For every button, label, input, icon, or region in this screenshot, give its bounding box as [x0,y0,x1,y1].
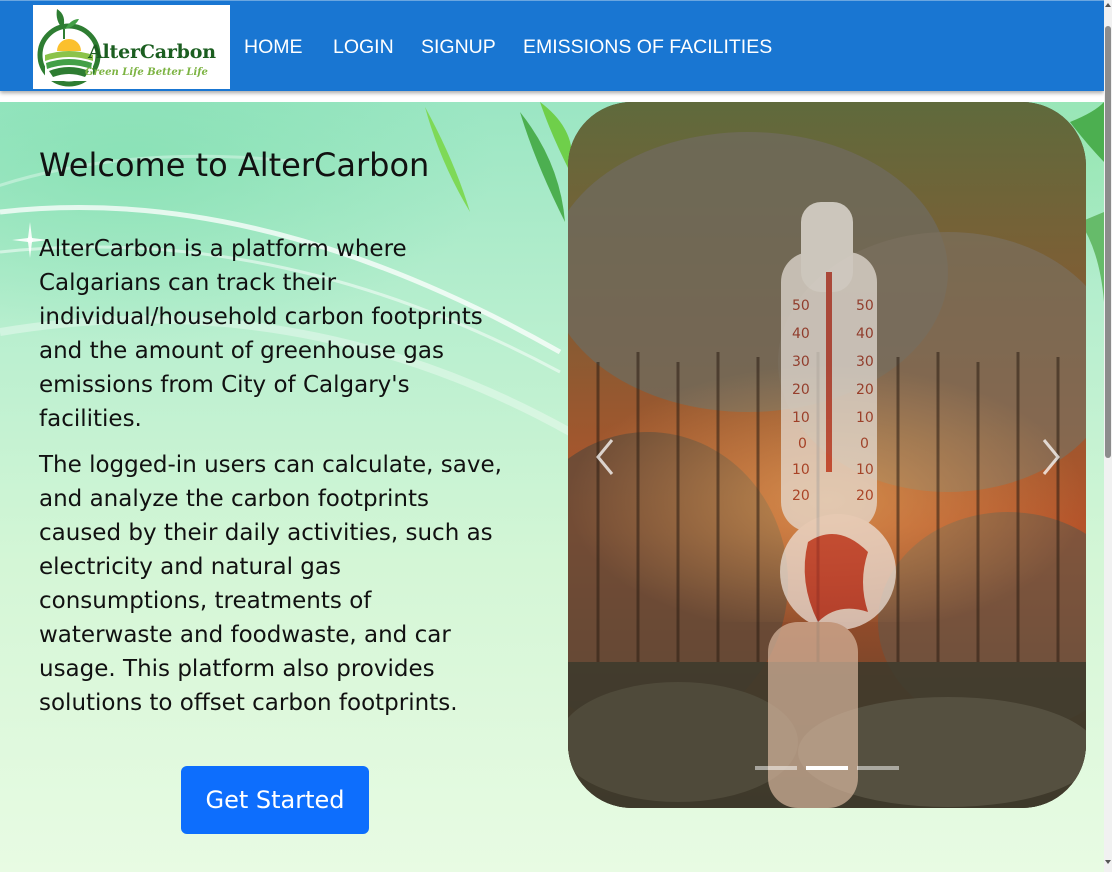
carousel-indicator-2[interactable] [806,766,848,770]
nav-signup-link[interactable]: SIGNUP [421,36,496,58]
chevron-left-icon [596,439,614,475]
carousel-prev-button[interactable] [586,432,626,482]
brand-logo[interactable]: AlterCarbon Green Life Better Life [33,5,230,89]
carousel-slide-image: 50 50 40 40 30 30 20 20 10 10 0 0 10 10 20 20 [568,102,1086,808]
svg-text:0: 0 [798,436,807,452]
scrollbar-thumb[interactable] [1105,26,1111,458]
navbar: AlterCarbon Green Life Better Life HOME … [0,0,1104,91]
svg-text:30: 30 [792,354,810,370]
svg-text:0: 0 [860,436,869,452]
svg-text:20: 20 [792,382,810,398]
svg-text:40: 40 [856,326,874,342]
svg-text:10: 10 [792,410,810,426]
svg-text:20: 20 [792,488,810,504]
get-started-button[interactable]: Get Started [181,766,369,834]
carousel-indicator-3[interactable] [857,766,899,770]
hero-features-paragraph: The logged-in users can calculate, save,… [39,452,502,716]
svg-text:10: 10 [792,462,810,478]
svg-text:20: 20 [856,382,874,398]
nav-home-link[interactable]: HOME [244,36,303,58]
svg-text:50: 50 [792,298,810,314]
svg-text:50: 50 [856,298,874,314]
carousel-indicator-1[interactable] [755,766,797,770]
brand-name: AlterCarbon [88,41,216,63]
svg-text:10: 10 [856,410,874,426]
chevron-right-icon [1042,439,1060,475]
carousel-next-button[interactable] [1030,432,1070,482]
hero-title: Welcome to AlterCarbon [39,146,430,184]
scroll-down-arrow-icon[interactable] [1105,860,1111,864]
nav-emissions-link[interactable]: EMISSIONS OF FACILITIES [523,36,772,58]
nav-login-link[interactable]: LOGIN [333,36,394,58]
image-carousel[interactable]: 50 50 40 40 30 30 20 20 10 10 0 0 10 10 20 20 [568,102,1086,808]
brand-tagline: Green Life Better Life [85,67,208,78]
svg-text:20: 20 [856,488,874,504]
carousel-indicators [755,766,901,772]
scroll-up-arrow-icon[interactable] [1105,3,1111,7]
hero-intro-paragraph: AlterCarbon is a platform where Calgaria… [39,236,483,432]
svg-text:10: 10 [856,462,874,478]
vertical-scrollbar[interactable] [1104,0,1112,872]
svg-text:40: 40 [792,326,810,342]
hero-section: Welcome to AlterCarbon AlterCarbon is a … [0,102,1104,872]
svg-text:30: 30 [856,354,874,370]
